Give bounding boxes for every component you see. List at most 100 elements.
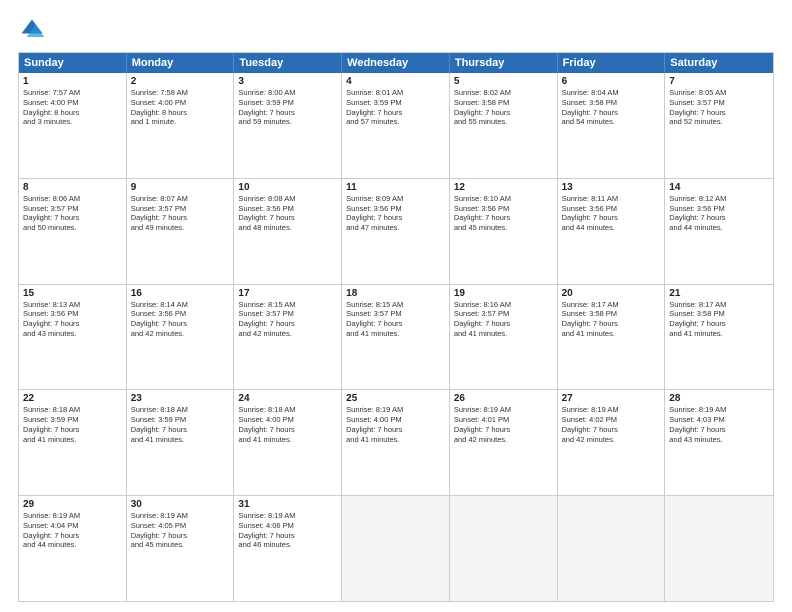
header-day-monday: Monday [127,53,235,73]
day-number: 8 [23,182,122,193]
cell-text: Sunrise: 8:18 AMSunset: 4:00 PMDaylight:… [238,405,337,444]
day-cell-7: 7Sunrise: 8:05 AMSunset: 3:57 PMDaylight… [665,73,773,178]
day-cell-14: 14Sunrise: 8:12 AMSunset: 3:56 PMDayligh… [665,179,773,284]
day-cell-11: 11Sunrise: 8:09 AMSunset: 3:56 PMDayligh… [342,179,450,284]
day-number: 24 [238,393,337,404]
calendar-row-5: 29Sunrise: 8:19 AMSunset: 4:04 PMDayligh… [19,496,773,601]
header [18,16,774,44]
day-number: 1 [23,76,122,87]
cell-text: Sunrise: 8:06 AMSunset: 3:57 PMDaylight:… [23,194,122,233]
cell-text: Sunrise: 8:02 AMSunset: 3:58 PMDaylight:… [454,88,553,127]
day-number: 17 [238,288,337,299]
day-cell-21: 21Sunrise: 8:17 AMSunset: 3:58 PMDayligh… [665,285,773,390]
day-number: 9 [131,182,230,193]
day-cell-4: 4Sunrise: 8:01 AMSunset: 3:59 PMDaylight… [342,73,450,178]
day-cell-28: 28Sunrise: 8:19 AMSunset: 4:03 PMDayligh… [665,390,773,495]
day-cell-9: 9Sunrise: 8:07 AMSunset: 3:57 PMDaylight… [127,179,235,284]
day-number: 2 [131,76,230,87]
cell-text: Sunrise: 8:12 AMSunset: 3:56 PMDaylight:… [669,194,769,233]
cell-text: Sunrise: 8:15 AMSunset: 3:57 PMDaylight:… [238,300,337,339]
day-cell-26: 26Sunrise: 8:19 AMSunset: 4:01 PMDayligh… [450,390,558,495]
calendar-header: SundayMondayTuesdayWednesdayThursdayFrid… [19,53,773,73]
cell-text: Sunrise: 8:13 AMSunset: 3:56 PMDaylight:… [23,300,122,339]
cell-text: Sunrise: 8:11 AMSunset: 3:56 PMDaylight:… [562,194,661,233]
logo-icon [18,16,46,44]
day-number: 23 [131,393,230,404]
day-cell-31: 31Sunrise: 8:19 AMSunset: 4:06 PMDayligh… [234,496,342,601]
day-number: 31 [238,499,337,510]
empty-cell [450,496,558,601]
cell-text: Sunrise: 8:04 AMSunset: 3:58 PMDaylight:… [562,88,661,127]
day-cell-24: 24Sunrise: 8:18 AMSunset: 4:00 PMDayligh… [234,390,342,495]
cell-text: Sunrise: 8:19 AMSunset: 4:02 PMDaylight:… [562,405,661,444]
day-number: 21 [669,288,769,299]
cell-text: Sunrise: 8:09 AMSunset: 3:56 PMDaylight:… [346,194,445,233]
day-cell-19: 19Sunrise: 8:16 AMSunset: 3:57 PMDayligh… [450,285,558,390]
day-cell-2: 2Sunrise: 7:58 AMSunset: 4:00 PMDaylight… [127,73,235,178]
header-day-wednesday: Wednesday [342,53,450,73]
calendar-row-3: 15Sunrise: 8:13 AMSunset: 3:56 PMDayligh… [19,285,773,391]
day-number: 14 [669,182,769,193]
cell-text: Sunrise: 8:19 AMSunset: 4:03 PMDaylight:… [669,405,769,444]
cell-text: Sunrise: 8:08 AMSunset: 3:56 PMDaylight:… [238,194,337,233]
day-number: 30 [131,499,230,510]
day-number: 4 [346,76,445,87]
day-number: 11 [346,182,445,193]
empty-cell [665,496,773,601]
header-day-thursday: Thursday [450,53,558,73]
cell-text: Sunrise: 7:57 AMSunset: 4:00 PMDaylight:… [23,88,122,127]
day-cell-18: 18Sunrise: 8:15 AMSunset: 3:57 PMDayligh… [342,285,450,390]
day-cell-22: 22Sunrise: 8:18 AMSunset: 3:59 PMDayligh… [19,390,127,495]
day-number: 6 [562,76,661,87]
empty-cell [342,496,450,601]
day-number: 3 [238,76,337,87]
day-number: 15 [23,288,122,299]
day-number: 25 [346,393,445,404]
cell-text: Sunrise: 8:07 AMSunset: 3:57 PMDaylight:… [131,194,230,233]
day-cell-8: 8Sunrise: 8:06 AMSunset: 3:57 PMDaylight… [19,179,127,284]
day-cell-3: 3Sunrise: 8:00 AMSunset: 3:59 PMDaylight… [234,73,342,178]
day-cell-25: 25Sunrise: 8:19 AMSunset: 4:00 PMDayligh… [342,390,450,495]
calendar-row-4: 22Sunrise: 8:18 AMSunset: 3:59 PMDayligh… [19,390,773,496]
day-number: 7 [669,76,769,87]
cell-text: Sunrise: 8:05 AMSunset: 3:57 PMDaylight:… [669,88,769,127]
day-number: 20 [562,288,661,299]
day-cell-13: 13Sunrise: 8:11 AMSunset: 3:56 PMDayligh… [558,179,666,284]
cell-text: Sunrise: 8:17 AMSunset: 3:58 PMDaylight:… [562,300,661,339]
cell-text: Sunrise: 7:58 AMSunset: 4:00 PMDaylight:… [131,88,230,127]
day-cell-6: 6Sunrise: 8:04 AMSunset: 3:58 PMDaylight… [558,73,666,178]
cell-text: Sunrise: 8:18 AMSunset: 3:59 PMDaylight:… [131,405,230,444]
day-cell-1: 1Sunrise: 7:57 AMSunset: 4:00 PMDaylight… [19,73,127,178]
cell-text: Sunrise: 8:01 AMSunset: 3:59 PMDaylight:… [346,88,445,127]
day-cell-17: 17Sunrise: 8:15 AMSunset: 3:57 PMDayligh… [234,285,342,390]
cell-text: Sunrise: 8:17 AMSunset: 3:58 PMDaylight:… [669,300,769,339]
cell-text: Sunrise: 8:00 AMSunset: 3:59 PMDaylight:… [238,88,337,127]
header-day-sunday: Sunday [19,53,127,73]
header-day-friday: Friday [558,53,666,73]
day-cell-10: 10Sunrise: 8:08 AMSunset: 3:56 PMDayligh… [234,179,342,284]
day-number: 18 [346,288,445,299]
day-cell-20: 20Sunrise: 8:17 AMSunset: 3:58 PMDayligh… [558,285,666,390]
day-number: 16 [131,288,230,299]
day-cell-15: 15Sunrise: 8:13 AMSunset: 3:56 PMDayligh… [19,285,127,390]
cell-text: Sunrise: 8:18 AMSunset: 3:59 PMDaylight:… [23,405,122,444]
day-cell-29: 29Sunrise: 8:19 AMSunset: 4:04 PMDayligh… [19,496,127,601]
day-cell-16: 16Sunrise: 8:14 AMSunset: 3:56 PMDayligh… [127,285,235,390]
cell-text: Sunrise: 8:19 AMSunset: 4:00 PMDaylight:… [346,405,445,444]
day-number: 26 [454,393,553,404]
day-number: 12 [454,182,553,193]
day-cell-30: 30Sunrise: 8:19 AMSunset: 4:05 PMDayligh… [127,496,235,601]
cell-text: Sunrise: 8:19 AMSunset: 4:04 PMDaylight:… [23,511,122,550]
day-number: 22 [23,393,122,404]
day-number: 27 [562,393,661,404]
day-number: 5 [454,76,553,87]
day-number: 10 [238,182,337,193]
day-cell-12: 12Sunrise: 8:10 AMSunset: 3:56 PMDayligh… [450,179,558,284]
day-number: 28 [669,393,769,404]
cell-text: Sunrise: 8:14 AMSunset: 3:56 PMDaylight:… [131,300,230,339]
cell-text: Sunrise: 8:15 AMSunset: 3:57 PMDaylight:… [346,300,445,339]
day-cell-27: 27Sunrise: 8:19 AMSunset: 4:02 PMDayligh… [558,390,666,495]
calendar-row-2: 8Sunrise: 8:06 AMSunset: 3:57 PMDaylight… [19,179,773,285]
day-cell-5: 5Sunrise: 8:02 AMSunset: 3:58 PMDaylight… [450,73,558,178]
calendar-body: 1Sunrise: 7:57 AMSunset: 4:00 PMDaylight… [19,73,773,601]
